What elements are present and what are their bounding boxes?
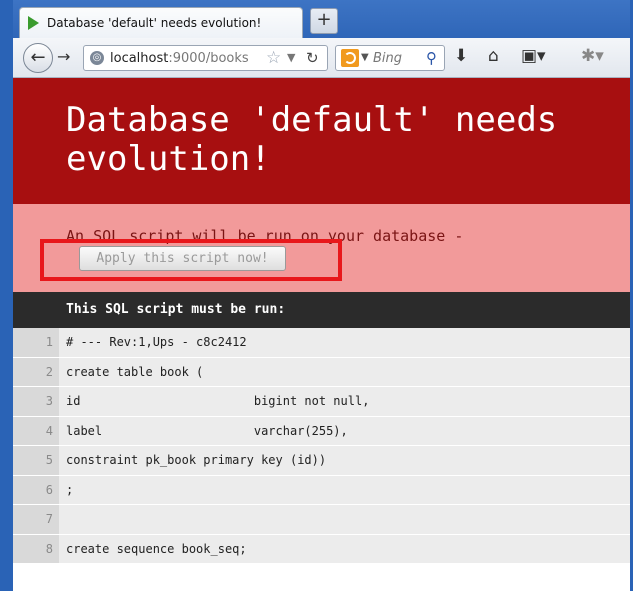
chevron-down-icon[interactable]: ▼ xyxy=(361,52,369,63)
tab-bar: Database 'default' needs evolution! + xyxy=(13,0,630,38)
code-line: 3 id bigint not null, xyxy=(13,387,630,417)
highlight-box xyxy=(40,239,342,281)
line-text: create sequence book_seq; xyxy=(66,541,247,556)
script-header-text: This SQL script must be run: xyxy=(66,302,286,317)
globe-icon[interactable]: ◎ xyxy=(90,51,104,65)
line-text: # --- Rev:1,Ups - c8c2412 xyxy=(66,335,247,349)
tab-active[interactable]: Database 'default' needs evolution! xyxy=(19,7,303,38)
code-line: 7 xyxy=(13,505,630,535)
code-line: 6 ; xyxy=(13,475,630,505)
script-header: This SQL script must be run: xyxy=(13,292,630,328)
navigation-bar: ← → ◎ localhost:9000/books ☆ ▼ ↻ ▼ Bing … xyxy=(13,38,630,78)
page-title: Database 'default' needs evolution! xyxy=(66,100,558,179)
star-icon[interactable]: ☆ xyxy=(266,48,281,68)
line-number: 4 xyxy=(13,416,59,445)
home-icon[interactable]: ⌂ xyxy=(488,46,499,66)
line-number: 2 xyxy=(13,357,59,386)
chevron-down-icon[interactable]: ▼ xyxy=(287,51,295,64)
url-host: localhost xyxy=(110,51,169,66)
address-bar[interactable]: ◎ localhost:9000/books ☆ ▼ ↻ xyxy=(83,45,328,71)
page-content: Database 'default' needs evolution! An S… xyxy=(13,78,630,591)
line-number: 7 xyxy=(13,505,59,534)
url-path: :9000/books xyxy=(168,51,249,66)
evolution-notice: An SQL script will be run on your databa… xyxy=(13,204,630,292)
line-number: 5 xyxy=(13,446,59,475)
code-line: 5 constraint pk_book primary key (id)) xyxy=(13,446,630,476)
window-frame-left xyxy=(0,0,13,591)
line-number: 8 xyxy=(13,534,59,563)
tab-title: Database 'default' needs evolution! xyxy=(47,16,262,30)
new-tab-button[interactable]: + xyxy=(310,8,338,34)
line-text: label varchar(255), xyxy=(66,423,348,438)
line-text: id bigint not null, xyxy=(66,394,370,408)
line-number: 1 xyxy=(13,328,59,357)
magnifier-icon[interactable]: ⚲ xyxy=(426,49,437,67)
play-framework-icon xyxy=(28,16,39,30)
forward-arrow-icon: → xyxy=(57,47,71,66)
bing-logo-icon[interactable] xyxy=(341,49,359,67)
evolution-header: Database 'default' needs evolution! xyxy=(13,78,630,204)
url-text[interactable]: localhost:9000/books xyxy=(110,51,249,66)
line-number: 3 xyxy=(13,387,59,416)
bookmarks-menu-icon[interactable]: ▣▾ xyxy=(521,46,546,66)
search-bar[interactable]: ▼ Bing ⚲ xyxy=(335,45,445,71)
browser-window: Database 'default' needs evolution! + ← … xyxy=(13,0,630,591)
code-line: 2 create table book ( xyxy=(13,357,630,387)
download-icon[interactable]: ⬇ xyxy=(454,46,468,66)
line-text: constraint pk_book primary key (id)) xyxy=(66,453,327,467)
reload-icon[interactable]: ↻ xyxy=(306,49,319,67)
line-text: ; xyxy=(66,482,74,497)
back-arrow-icon: ← xyxy=(30,47,46,68)
sql-script: 1 # --- Rev:1,Ups - c8c2412 2 create tab… xyxy=(13,328,630,564)
forward-button[interactable]: → xyxy=(57,47,70,66)
back-button[interactable]: ← xyxy=(23,43,53,73)
code-line: 8 create sequence book_seq; xyxy=(13,534,630,564)
code-line: 1 # --- Rev:1,Ups - c8c2412 xyxy=(13,328,630,358)
code-line: 4 label varchar(255), xyxy=(13,416,630,446)
line-number: 6 xyxy=(13,475,59,504)
line-text: create table book ( xyxy=(66,364,204,379)
search-engine-placeholder: Bing xyxy=(373,51,403,66)
addon-icon[interactable]: ✱▾ xyxy=(581,46,604,66)
